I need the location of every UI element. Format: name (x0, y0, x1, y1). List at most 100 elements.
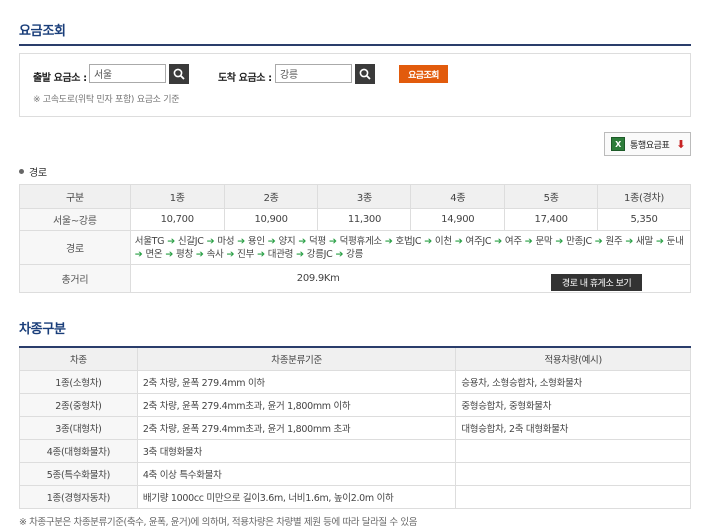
route-stop: 여주 (504, 235, 522, 247)
vehicle-example-cell (455, 484, 691, 509)
arrive-input[interactable] (275, 64, 352, 83)
arrive-label: 도착 요금소 : (218, 73, 272, 84)
vehicle-example-cell: 승용차, 소형승합차, 소형화물차 (455, 369, 691, 394)
route-stop: 호법JC (395, 235, 422, 247)
header-cell: 3종 (317, 184, 412, 209)
vehicle-table-header: 차종 차종분류기준 적용차량(예시) (19, 346, 691, 371)
arrow-right-icon: ➔ (234, 235, 248, 247)
route-stop: 강릉 (346, 248, 364, 260)
arrow-right-icon: ➔ (164, 235, 178, 247)
fare-search-button[interactable]: 요금조회 (399, 65, 448, 83)
route-row: 경로 서울TG ➔ 신갈JC ➔ 마성 ➔ 용인 ➔ 양지 ➔ 덕평 ➔ 덕평휴… (19, 230, 692, 265)
arrive-search-button[interactable] (355, 64, 375, 84)
arrow-right-icon: ➔ (192, 248, 207, 260)
arrow-right-icon: ➔ (203, 235, 218, 247)
arrow-right-icon: ➔ (451, 235, 466, 247)
depart-input[interactable] (89, 64, 166, 83)
vehicle-type-cell: 4종(대형화물차) (19, 438, 138, 463)
route-row-label: 경로 (19, 230, 131, 265)
route-stop: 강릉JC (306, 248, 333, 260)
fare-cell: 10,700 (129, 208, 225, 231)
vehicle-criteria-cell: 2축 차량, 윤폭 279.4mm초과, 윤거 1,800mm 초과 (136, 415, 457, 440)
search-icon (359, 68, 371, 80)
header-cell: 구분 (19, 184, 131, 209)
header-cell: 적용차량(예시) (455, 346, 691, 371)
distance-row-label: 총거리 (19, 264, 131, 293)
vehicle-criteria-cell: 4축 이상 특수화물차 (136, 461, 457, 486)
toll-table-button[interactable]: X 통행요금표 ⬇ (604, 132, 691, 156)
table-row: 2종(중형차) 2축 차량, 윤폭 279.4mm초과, 윤거 1,800mm 이… (19, 392, 691, 417)
fare-cell: 14,900 (410, 208, 506, 231)
depart-search-button[interactable] (169, 64, 189, 84)
arrow-right-icon: ➔ (591, 235, 606, 247)
vehicle-example-cell (455, 461, 691, 486)
route-stop: 문막 (535, 235, 553, 247)
arrow-right-icon: ➔ (652, 235, 667, 247)
route-section-header: 경로 (19, 164, 47, 179)
table-row: 5종(특수화물차) 4축 이상 특수화물차 (19, 461, 691, 486)
arrow-right-icon: ➔ (134, 248, 146, 260)
route-stop: 진부 (237, 248, 255, 260)
header-cell: 차종분류기준 (136, 346, 457, 371)
fare-cell: 10,900 (223, 208, 319, 231)
route-stops: 서울TG ➔ 신갈JC ➔ 마성 ➔ 용인 ➔ 양지 ➔ 덕평 ➔ 덕평휴게소 … (129, 230, 692, 265)
fare-cell: 5,350 (597, 208, 691, 231)
route-stop: 속사 (206, 248, 224, 260)
route-stop: 마성 (217, 235, 235, 247)
arrow-right-icon: ➔ (293, 248, 307, 260)
route-stop: 덕평휴게소 (339, 235, 383, 247)
route-stop: 원주 (605, 235, 623, 247)
arrow-right-icon: ➔ (295, 235, 310, 247)
table-row: 1종(소형차) 2축 차량, 윤폭 279.4mm 이하 승용차, 소형승합차, 소… (19, 369, 691, 394)
route-stop: 대관령 (267, 248, 294, 260)
header-cell: 2종 (223, 184, 319, 209)
vehicle-criteria-cell: 배기량 1000cc 미만으로 길이3.6m, 너비1.6m, 높이2.0m 이… (136, 484, 457, 509)
vehicle-type-cell: 5종(특수화물차) (19, 461, 138, 486)
vehicle-criteria-cell: 2축 차량, 윤폭 279.4mm 이하 (136, 369, 457, 394)
vehicle-type-cell: 1종(경형자동차) (19, 484, 138, 509)
header-cell: 차종 (19, 346, 138, 371)
arrow-right-icon: ➔ (223, 248, 238, 260)
vehicle-example-cell (455, 438, 691, 463)
route-stop: 서울TG (134, 235, 165, 247)
arrow-right-icon: ➔ (381, 235, 396, 247)
arrow-right-icon: ➔ (552, 235, 567, 247)
arrow-right-icon: ➔ (162, 248, 177, 260)
table-row: 4종(대형화물차) 3축 대형화물차 (19, 438, 691, 463)
bullet-icon (19, 169, 24, 174)
excel-icon: X (611, 137, 625, 151)
search-note: ※ 고속도로(위탁 민자 포함) 요금소 기준 (33, 95, 180, 105)
arrow-right-icon: ➔ (264, 235, 279, 247)
route-stop: 용인 (247, 235, 265, 247)
rest-area-button[interactable]: 경로 내 휴게소 보기 (551, 274, 642, 291)
fare-table-header: 구분 1종 2종 3종 4종 5종 1종(경차) (19, 184, 691, 209)
route-stop: 이천 (434, 235, 452, 247)
header-cell: 5종 (504, 184, 599, 209)
header-cell: 1종(경차) (597, 184, 691, 209)
route-stop: 덕평 (309, 235, 326, 247)
arrow-right-icon: ➔ (332, 248, 347, 260)
search-panel: 출발 요금소 : 도착 요금소 : 요금조회 ※ 고속도로(위탁 민자 포함) … (19, 53, 691, 117)
arrow-right-icon: ➔ (325, 235, 340, 247)
route-stop: 신갈JC (177, 235, 204, 247)
vehicle-example-cell: 대형승합차, 2축 대형화물차 (455, 415, 691, 440)
table-row: 3종(대형차) 2축 차량, 윤폭 279.4mm초과, 윤거 1,800mm 초… (19, 415, 691, 440)
vehicle-type-cell: 3종(대형차) (19, 415, 138, 440)
vehicle-type-cell: 1종(소형차) (19, 369, 138, 394)
toll-table-label: 통행요금표 (630, 140, 670, 151)
page-title: 요금조회 (19, 24, 66, 39)
arrow-right-icon: ➔ (622, 235, 637, 247)
header-cell: 1종 (129, 184, 225, 209)
route-stop: 평창 (176, 248, 193, 260)
arrow-right-icon: ➔ (254, 248, 268, 260)
arrow-right-icon: ➔ (421, 235, 435, 247)
fare-cell: 11,300 (317, 208, 412, 231)
vehicle-example-cell: 중형승합차, 중형화물차 (455, 392, 691, 417)
table-row: 1종(경형자동차) 배기량 1000cc 미만으로 길이3.6m, 너비1.6m,… (19, 484, 691, 509)
route-stop: 면온 (145, 248, 163, 260)
header-cell: 4종 (410, 184, 506, 209)
download-icon: ⬇ (676, 137, 686, 151)
route-stop: 양지 (278, 235, 296, 247)
footer-note: ※ 차종구분은 차종분류기준(축수, 윤폭, 윤거)에 의하며, 적용차량은 차… (19, 517, 418, 528)
route-stop: 여주JC (465, 235, 492, 247)
